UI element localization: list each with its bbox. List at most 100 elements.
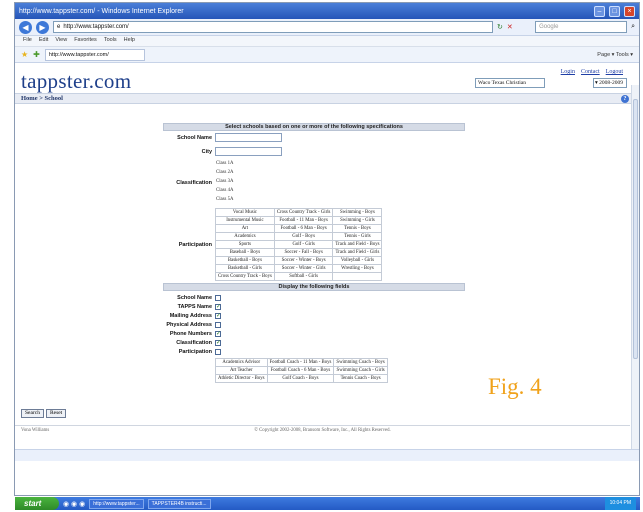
menu-item-help[interactable]: Help — [124, 37, 135, 45]
maximize-icon[interactable]: □ — [609, 5, 620, 17]
browser-tab[interactable]: http://www.tappster.com/ — [44, 48, 145, 61]
participation-option[interactable]: Basketball - Girls — [215, 264, 275, 273]
link-logout[interactable]: Logout — [606, 69, 623, 75]
quicklaunch-icon[interactable]: ◉ ◉ ◉ — [63, 500, 85, 508]
display-field-checkbox[interactable] — [215, 348, 221, 355]
year-select[interactable]: ▾ 2008-2009 — [593, 78, 627, 88]
participation-option[interactable]: Softball - Girls — [273, 272, 334, 281]
title-bar: http://www.tappster.com/ - Windows Inter… — [15, 3, 639, 19]
link-login[interactable]: Login — [561, 69, 575, 75]
staff-option[interactable]: Swimming Coach - Boys — [333, 358, 388, 367]
page-scrollbar[interactable] — [631, 85, 639, 449]
refresh-icon[interactable]: ↻ — [497, 23, 503, 31]
address-bar[interactable]: e http://www.tappster.com/ — [53, 21, 493, 33]
display-field-checkbox[interactable]: ✓ — [215, 312, 221, 319]
taskbar-item-document[interactable]: TAPPSTER4B instructi... — [147, 498, 211, 509]
reset-button[interactable]: Reset — [45, 409, 67, 418]
participation-option[interactable]: Track and Field - Boys — [332, 240, 383, 249]
forward-icon[interactable]: ▶ — [36, 20, 49, 34]
participation-option[interactable]: Basketball - Boys — [215, 256, 275, 265]
site-logo[interactable]: tappster.com — [21, 69, 131, 94]
participation-option[interactable]: Track and Field - Girls — [332, 248, 383, 257]
close-icon[interactable]: × — [624, 5, 635, 17]
menu-item-view[interactable]: View — [55, 37, 67, 45]
participation-option[interactable]: Golf - Boys — [273, 232, 334, 241]
staff-option[interactable]: Athletic Director - Boys — [215, 374, 268, 383]
display-fields: School Name TAPPS Name ✓ Mailing Address ✓ Ph… — [163, 293, 465, 356]
help-icon[interactable]: ? — [621, 95, 629, 103]
add-favorite-icon[interactable]: ✚ — [33, 50, 40, 59]
participation-option[interactable]: Soccer - Winter - Boys — [273, 256, 334, 265]
classification-option[interactable]: Class 3A — [215, 178, 234, 187]
command-bar[interactable]: Page ▾ Tools ▾ — [597, 52, 633, 58]
display-field-checkbox[interactable] — [215, 294, 221, 301]
participation-option[interactable]: Academics — [215, 232, 275, 241]
staff-option[interactable]: Swimming Coach - Girls — [333, 366, 388, 375]
status-bar — [15, 449, 639, 461]
participation-option[interactable]: Golf - Girls — [273, 240, 334, 249]
breadcrumb: Home > School — [21, 95, 63, 102]
chevron-down-icon: ▾ — [595, 80, 598, 86]
school-name-input[interactable] — [215, 133, 282, 142]
staff-option[interactable]: Golf Coach - Boys — [266, 374, 335, 383]
participation-option[interactable]: Sports — [215, 240, 275, 249]
classification-option[interactable]: Class 5A — [215, 196, 234, 205]
taskbar: start ◉ ◉ ◉ http://www.tappster... TAPPS… — [15, 497, 640, 510]
staff-option[interactable]: Tennis Coach - Boys — [333, 374, 388, 383]
footer-user: Vona Williams — [21, 428, 50, 433]
display-field-label: Physical Address — [166, 321, 212, 328]
participation-option[interactable]: Soccer - Fall - Boys — [273, 248, 334, 257]
classification-option[interactable]: Class 1A — [215, 160, 234, 169]
staff-option[interactable]: Art Teacher — [215, 366, 268, 375]
classification-option[interactable]: Class 4A — [215, 187, 234, 196]
participation-option[interactable]: Cross Country Track - Boys — [215, 272, 275, 281]
link-contact[interactable]: Contact — [581, 69, 600, 75]
display-field-row: Physical Address — [163, 320, 465, 329]
menu-item-favorites[interactable]: Favorites — [74, 37, 97, 45]
participation-option[interactable]: Tennis - Boys — [332, 224, 383, 233]
display-field-checkbox[interactable]: ✓ — [215, 303, 221, 310]
participation-option[interactable]: Soccer - Winter - Girls — [273, 264, 334, 273]
display-field-row: Classification ✓ — [163, 338, 465, 347]
city-input[interactable] — [215, 147, 282, 156]
menu-item-tools[interactable]: Tools — [104, 37, 117, 45]
school-search-form: Select schools based on one or more of t… — [163, 123, 465, 383]
scrollbar-thumb[interactable] — [633, 99, 638, 359]
search-input[interactable]: Google — [535, 21, 628, 33]
search-button[interactable]: Search — [21, 409, 44, 418]
participation-option[interactable]: Volleyball - Girls — [332, 256, 383, 265]
display-field-checkbox[interactable]: ✓ — [215, 339, 221, 346]
participation-option[interactable]: Wrestling - Boys — [332, 264, 383, 273]
search-icon[interactable]: ⌕ — [631, 23, 635, 31]
table-row: Academics Golf - Boys Tennis - Girls — [215, 232, 383, 241]
menu-item-file[interactable]: File — [23, 37, 32, 45]
classification-list[interactable]: Class 1A Class 2A Class 3A Class 4A Class 5A — [215, 160, 234, 205]
favorites-star-icon[interactable]: ★ — [21, 50, 28, 59]
staff-option[interactable]: Football Coach - 11 Man - Boys — [266, 358, 335, 367]
participation-option[interactable]: Football - 6 Man - Boys — [273, 224, 334, 233]
participation-option[interactable]: Vocal Music — [215, 208, 275, 217]
menu-item-edit[interactable]: Edit — [39, 37, 48, 45]
participation-option[interactable]: Football - 11 Man - Boys — [273, 216, 334, 225]
back-icon[interactable]: ◀ — [19, 20, 32, 34]
taskbar-item-browser[interactable]: http://www.tappster... — [89, 498, 144, 509]
stop-icon[interactable]: ✕ — [507, 23, 513, 31]
classification-option[interactable]: Class 2A — [215, 169, 234, 178]
display-field-label: School Name — [177, 294, 212, 301]
participation-option[interactable]: Cross Country Track - Girls — [273, 208, 334, 217]
staff-option[interactable]: Academics Advisor — [215, 358, 268, 367]
display-field-checkbox[interactable] — [215, 321, 221, 328]
participation-option[interactable]: Tennis - Girls — [332, 232, 383, 241]
display-field-checkbox[interactable]: ✓ — [215, 330, 221, 337]
participation-option[interactable]: Baseball - Boys — [215, 248, 275, 257]
participation-option[interactable]: Swimming - Boys — [332, 208, 383, 217]
minimize-icon[interactable]: – — [594, 5, 605, 17]
school-select[interactable]: Waco Texas Christian — [475, 78, 545, 88]
participation-option[interactable]: Art — [215, 224, 275, 233]
participation-option[interactable] — [332, 272, 383, 281]
participation-option[interactable]: Instrumental Music — [215, 216, 275, 225]
staff-option[interactable]: Football Coach - 6 Man - Boys — [266, 366, 335, 375]
display-field-label: Mailing Address — [169, 312, 212, 319]
start-button[interactable]: start — [15, 497, 59, 510]
participation-option[interactable]: Swimming - Girls — [332, 216, 383, 225]
